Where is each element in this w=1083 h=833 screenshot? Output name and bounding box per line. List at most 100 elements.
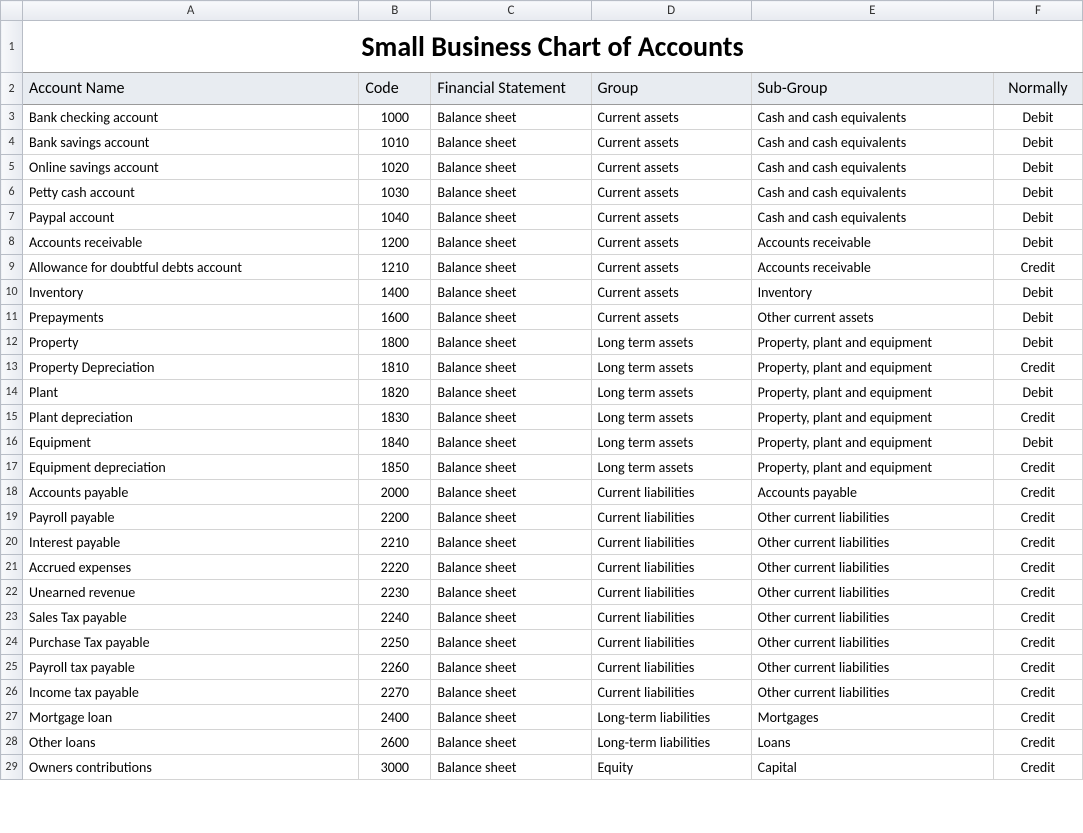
cell-normally[interactable]: Credit <box>993 480 1082 505</box>
col-header-C[interactable]: C <box>431 1 591 21</box>
cell-statement[interactable]: Balance sheet <box>431 480 591 505</box>
cell-subgroup[interactable]: Other current liabilities <box>751 530 993 555</box>
cell-group[interactable]: Current liabilities <box>591 580 751 605</box>
cell-group[interactable]: Current assets <box>591 280 751 305</box>
cell-code[interactable]: 1850 <box>359 455 431 480</box>
cell-account[interactable]: Allowance for doubtful debts account <box>23 255 359 280</box>
cell-normally[interactable]: Credit <box>993 680 1082 705</box>
row-header[interactable]: 21 <box>1 555 23 580</box>
cell-normally[interactable]: Credit <box>993 555 1082 580</box>
cell-statement[interactable]: Balance sheet <box>431 430 591 455</box>
cell-statement[interactable]: Balance sheet <box>431 630 591 655</box>
row-header[interactable]: 10 <box>1 280 23 305</box>
cell-account[interactable]: Accrued expenses <box>23 555 359 580</box>
cell-code[interactable]: 1030 <box>359 180 431 205</box>
row-header[interactable]: 2 <box>1 73 23 105</box>
cell-account[interactable]: Income tax payable <box>23 680 359 705</box>
cell-group[interactable]: Long-term liabilities <box>591 730 751 755</box>
cell-statement[interactable]: Balance sheet <box>431 355 591 380</box>
cell-code[interactable]: 1810 <box>359 355 431 380</box>
cell-group[interactable]: Current assets <box>591 130 751 155</box>
cell-code[interactable]: 1820 <box>359 380 431 405</box>
cell-subgroup[interactable]: Other current liabilities <box>751 630 993 655</box>
cell-statement[interactable]: Balance sheet <box>431 655 591 680</box>
cell-account[interactable]: Other loans <box>23 730 359 755</box>
cell-subgroup[interactable]: Other current assets <box>751 305 993 330</box>
header-normally[interactable]: Normally <box>993 73 1082 105</box>
cell-subgroup[interactable]: Other current liabilities <box>751 580 993 605</box>
row-header[interactable]: 3 <box>1 105 23 130</box>
cell-code[interactable]: 2220 <box>359 555 431 580</box>
cell-code[interactable]: 1020 <box>359 155 431 180</box>
cell-subgroup[interactable]: Accounts receivable <box>751 255 993 280</box>
cell-code[interactable]: 1830 <box>359 405 431 430</box>
cell-account[interactable]: Payroll payable <box>23 505 359 530</box>
cell-statement[interactable]: Balance sheet <box>431 155 591 180</box>
row-header[interactable]: 11 <box>1 305 23 330</box>
cell-normally[interactable]: Debit <box>993 105 1082 130</box>
row-header[interactable]: 5 <box>1 155 23 180</box>
cell-normally[interactable]: Debit <box>993 205 1082 230</box>
row-header[interactable]: 27 <box>1 705 23 730</box>
cell-code[interactable]: 2260 <box>359 655 431 680</box>
cell-code[interactable]: 1200 <box>359 230 431 255</box>
cell-subgroup[interactable]: Cash and cash equivalents <box>751 130 993 155</box>
row-header[interactable]: 19 <box>1 505 23 530</box>
cell-statement[interactable]: Balance sheet <box>431 555 591 580</box>
cell-group[interactable]: Current liabilities <box>591 530 751 555</box>
cell-normally[interactable]: Debit <box>993 155 1082 180</box>
row-header[interactable]: 13 <box>1 355 23 380</box>
row-header[interactable]: 14 <box>1 380 23 405</box>
col-header-F[interactable]: F <box>993 1 1082 21</box>
header-code[interactable]: Code <box>359 73 431 105</box>
cell-subgroup[interactable]: Other current liabilities <box>751 655 993 680</box>
cell-group[interactable]: Long term assets <box>591 405 751 430</box>
cell-subgroup[interactable]: Accounts payable <box>751 480 993 505</box>
cell-normally[interactable]: Credit <box>993 455 1082 480</box>
cell-subgroup[interactable]: Capital <box>751 755 993 780</box>
row-header[interactable]: 17 <box>1 455 23 480</box>
row-header[interactable]: 26 <box>1 680 23 705</box>
cell-account[interactable]: Property Depreciation <box>23 355 359 380</box>
row-header[interactable]: 29 <box>1 755 23 780</box>
cell-normally[interactable]: Debit <box>993 230 1082 255</box>
cell-statement[interactable]: Balance sheet <box>431 180 591 205</box>
header-group[interactable]: Group <box>591 73 751 105</box>
cell-code[interactable]: 2400 <box>359 705 431 730</box>
cell-subgroup[interactable]: Other current liabilities <box>751 505 993 530</box>
cell-statement[interactable]: Balance sheet <box>431 730 591 755</box>
cell-group[interactable]: Equity <box>591 755 751 780</box>
cell-code[interactable]: 2270 <box>359 680 431 705</box>
cell-subgroup[interactable]: Inventory <box>751 280 993 305</box>
cell-code[interactable]: 1800 <box>359 330 431 355</box>
cell-account[interactable]: Equipment depreciation <box>23 455 359 480</box>
cell-group[interactable]: Current liabilities <box>591 505 751 530</box>
row-header[interactable]: 12 <box>1 330 23 355</box>
cell-normally[interactable]: Credit <box>993 755 1082 780</box>
cell-group[interactable]: Long term assets <box>591 430 751 455</box>
cell-group[interactable]: Current liabilities <box>591 555 751 580</box>
cell-normally[interactable]: Credit <box>993 730 1082 755</box>
row-header[interactable]: 15 <box>1 405 23 430</box>
row-header[interactable]: 4 <box>1 130 23 155</box>
cell-code[interactable]: 1010 <box>359 130 431 155</box>
row-header[interactable]: 6 <box>1 180 23 205</box>
cell-account[interactable]: Plant depreciation <box>23 405 359 430</box>
cell-code[interactable]: 2250 <box>359 630 431 655</box>
row-header[interactable]: 25 <box>1 655 23 680</box>
cell-account[interactable]: Prepayments <box>23 305 359 330</box>
row-header[interactable]: 8 <box>1 230 23 255</box>
cell-normally[interactable]: Debit <box>993 430 1082 455</box>
cell-account[interactable]: Interest payable <box>23 530 359 555</box>
cell-account[interactable]: Purchase Tax payable <box>23 630 359 655</box>
cell-group[interactable]: Current assets <box>591 305 751 330</box>
cell-code[interactable]: 2240 <box>359 605 431 630</box>
cell-normally[interactable]: Debit <box>993 305 1082 330</box>
cell-statement[interactable]: Balance sheet <box>431 505 591 530</box>
cell-code[interactable]: 1000 <box>359 105 431 130</box>
col-header-D[interactable]: D <box>591 1 751 21</box>
cell-normally[interactable]: Credit <box>993 530 1082 555</box>
cell-account[interactable]: Sales Tax payable <box>23 605 359 630</box>
cell-statement[interactable]: Balance sheet <box>431 755 591 780</box>
cell-account[interactable]: Property <box>23 330 359 355</box>
